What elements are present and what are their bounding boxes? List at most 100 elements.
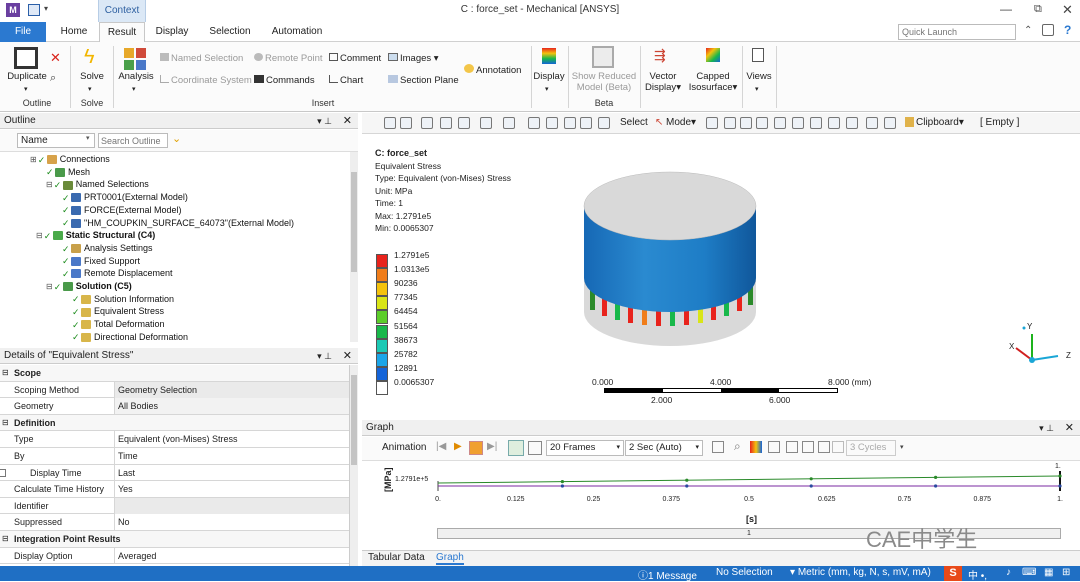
viewer-tool-icon[interactable]	[792, 117, 804, 129]
outline-item[interactable]: ✓ Remote Displacement	[62, 267, 173, 279]
delete-icon[interactable]: ✕	[50, 50, 61, 66]
viewer-tool-icon[interactable]	[828, 117, 840, 129]
save-icon[interactable]	[28, 4, 40, 16]
details-section-header[interactable]: ⊟ Integration Point Results	[0, 531, 349, 548]
grid-icon[interactable]: ⊞	[1062, 567, 1070, 578]
section-plane-button[interactable]: Section Plane	[388, 75, 459, 87]
details-row[interactable]: Display Time Last	[0, 464, 349, 482]
details-row[interactable]: Identifier	[0, 497, 349, 515]
images-button[interactable]: Images ▾	[388, 53, 439, 65]
outline-item[interactable]: ✓ Total Deformation	[72, 318, 165, 330]
viewer-tool-icon[interactable]	[421, 117, 433, 129]
viewer-tool-icon[interactable]	[564, 117, 576, 129]
outline-filter-select[interactable]: Name	[17, 133, 95, 148]
details-row[interactable]: Calculate Time History Yes	[0, 481, 349, 498]
zoom-icon[interactable]: ⌕	[734, 439, 741, 454]
contour-icon[interactable]	[750, 441, 762, 453]
collapse-section-icon[interactable]: ⊟	[2, 531, 9, 547]
viewer-tool-icon[interactable]	[774, 117, 786, 129]
select-mode-arrow-icon[interactable]: ↖	[655, 116, 663, 130]
display-dropdown-icon[interactable]: ▾	[545, 84, 549, 95]
details-value[interactable]: Equivalent (von-Mises) Stress	[114, 431, 349, 448]
details-value[interactable]: Averaged	[114, 547, 349, 564]
details-value[interactable]	[114, 497, 349, 514]
coordinate-system-button[interactable]: Coordinate System	[160, 75, 252, 87]
details-row[interactable]: Display Option Averaged	[0, 547, 349, 565]
lock-scale-icon[interactable]	[768, 441, 780, 453]
expand-toggle-icon[interactable]: ⊟	[46, 282, 53, 291]
viewer-tool-icon[interactable]	[756, 117, 768, 129]
search-icon[interactable]: ⌕	[50, 72, 56, 85]
outline-item[interactable]: ⊞✓ Connections	[30, 153, 110, 165]
tab-tabular-data[interactable]: Tabular Data	[368, 552, 425, 563]
viewer-tool-icon[interactable]	[503, 117, 515, 129]
comment-button[interactable]: Comment	[329, 53, 381, 65]
duplicate-dropdown-icon[interactable]: ▾	[24, 84, 28, 95]
search-outline-input[interactable]	[98, 133, 168, 148]
frames-select[interactable]: 20 Frames ▾	[546, 440, 624, 456]
keyboard-icon[interactable]: ⌨	[1022, 567, 1036, 578]
details-row[interactable]: By Time	[0, 448, 349, 465]
toggle-table-icon[interactable]	[802, 441, 814, 453]
annotation-button[interactable]: Annotation	[464, 64, 521, 77]
help-icon[interactable]: ?	[1064, 23, 1071, 37]
tab-file[interactable]: File	[0, 22, 46, 42]
expand-toggle-icon[interactable]: ⊟	[36, 231, 43, 240]
tab-display[interactable]: Display	[150, 22, 194, 42]
tab-graph[interactable]: Graph	[436, 552, 464, 565]
export-animation-icon[interactable]	[712, 441, 724, 453]
outline-item[interactable]: ✓ Solution Information	[72, 293, 174, 305]
layout-icon[interactable]	[1042, 24, 1054, 36]
viewer-tool-icon[interactable]	[480, 117, 492, 129]
clipboard-dropdown[interactable]: Clipboard▾	[905, 116, 964, 130]
viewer-tool-icon[interactable]	[846, 117, 858, 129]
expand-toggle-icon[interactable]: ⊟	[46, 180, 53, 189]
quick-access-dropdown-icon[interactable]: ▾	[44, 4, 48, 13]
commands-button[interactable]: Commands	[254, 75, 315, 87]
collapse-ribbon-icon[interactable]: ⌃	[1024, 25, 1032, 36]
mode-dropdown[interactable]: Mode▾	[666, 116, 696, 130]
graph-options-icon[interactable]	[832, 441, 844, 453]
collapse-section-icon[interactable]: ⊟	[2, 365, 9, 381]
units-status[interactable]: ▾ Metric (mm, kg, N, s, mV, mA)	[790, 567, 931, 578]
close-window-icon[interactable]: ✕	[1062, 2, 1073, 18]
quick-launch-input[interactable]	[898, 24, 1016, 40]
close-panel-icon[interactable]: ✕	[343, 113, 352, 129]
remote-point-button[interactable]: Remote Point	[254, 53, 323, 65]
maximize-graph-icon[interactable]	[786, 441, 798, 453]
tab-selection[interactable]: Selection	[202, 22, 258, 42]
microphone-icon[interactable]: ♪	[1006, 567, 1011, 578]
duplicate-button[interactable]: Duplicate	[4, 71, 50, 82]
viewer-tool-icon[interactable]	[706, 117, 718, 129]
details-row[interactable]: Scoping Method Geometry Selection	[0, 381, 349, 399]
chart-button[interactable]: Chart	[329, 75, 363, 87]
viewer-tool-icon[interactable]	[598, 117, 610, 129]
viewer-tool-icon[interactable]	[810, 117, 822, 129]
reset-scale-icon[interactable]	[818, 441, 830, 453]
viewer-tool-icon[interactable]	[384, 117, 396, 129]
messages-status[interactable]: ⓘ1 Message	[638, 567, 697, 582]
chevron-down-icon[interactable]: ▾	[86, 134, 90, 142]
outline-item[interactable]: ✓ FORCE(External Model)	[62, 204, 182, 216]
pin-icon[interactable]: ▾ ⊥	[1039, 420, 1054, 436]
capped-isosurface-button[interactable]: Capped Isosurface▾	[686, 71, 740, 93]
details-section-header[interactable]: ⊟ Definition	[0, 414, 349, 432]
outline-item[interactable]: ✓ "HM_COUPKIN_SURFACE_64073"(External Mod…	[62, 217, 294, 229]
solve-dropdown-icon[interactable]: ▾	[88, 84, 92, 95]
expand-chevron-icon[interactable]: ⌄	[172, 132, 181, 145]
vector-display-button[interactable]: Vector Display▾	[644, 71, 682, 93]
result-sets-icon[interactable]	[528, 441, 542, 455]
details-value[interactable]: No	[114, 514, 349, 531]
analysis-button[interactable]: Analysis	[116, 71, 156, 82]
cycles-dropdown-icon[interactable]: ▾	[900, 443, 904, 451]
pin-icon[interactable]: ▾ ⊥	[317, 113, 332, 129]
solve-button[interactable]: Solve	[76, 71, 108, 82]
viewer-tool-icon[interactable]	[546, 117, 558, 129]
viewer-tool-icon[interactable]	[724, 117, 736, 129]
expand-toggle-icon[interactable]: ⊞	[30, 155, 37, 164]
named-selection-button[interactable]: Named Selection	[160, 53, 243, 65]
previous-frame-icon[interactable]: |◀	[436, 441, 446, 452]
details-value[interactable]: Time	[114, 448, 349, 464]
details-row[interactable]: Geometry All Bodies	[0, 398, 349, 415]
analysis-dropdown-icon[interactable]: ▾	[132, 84, 136, 95]
